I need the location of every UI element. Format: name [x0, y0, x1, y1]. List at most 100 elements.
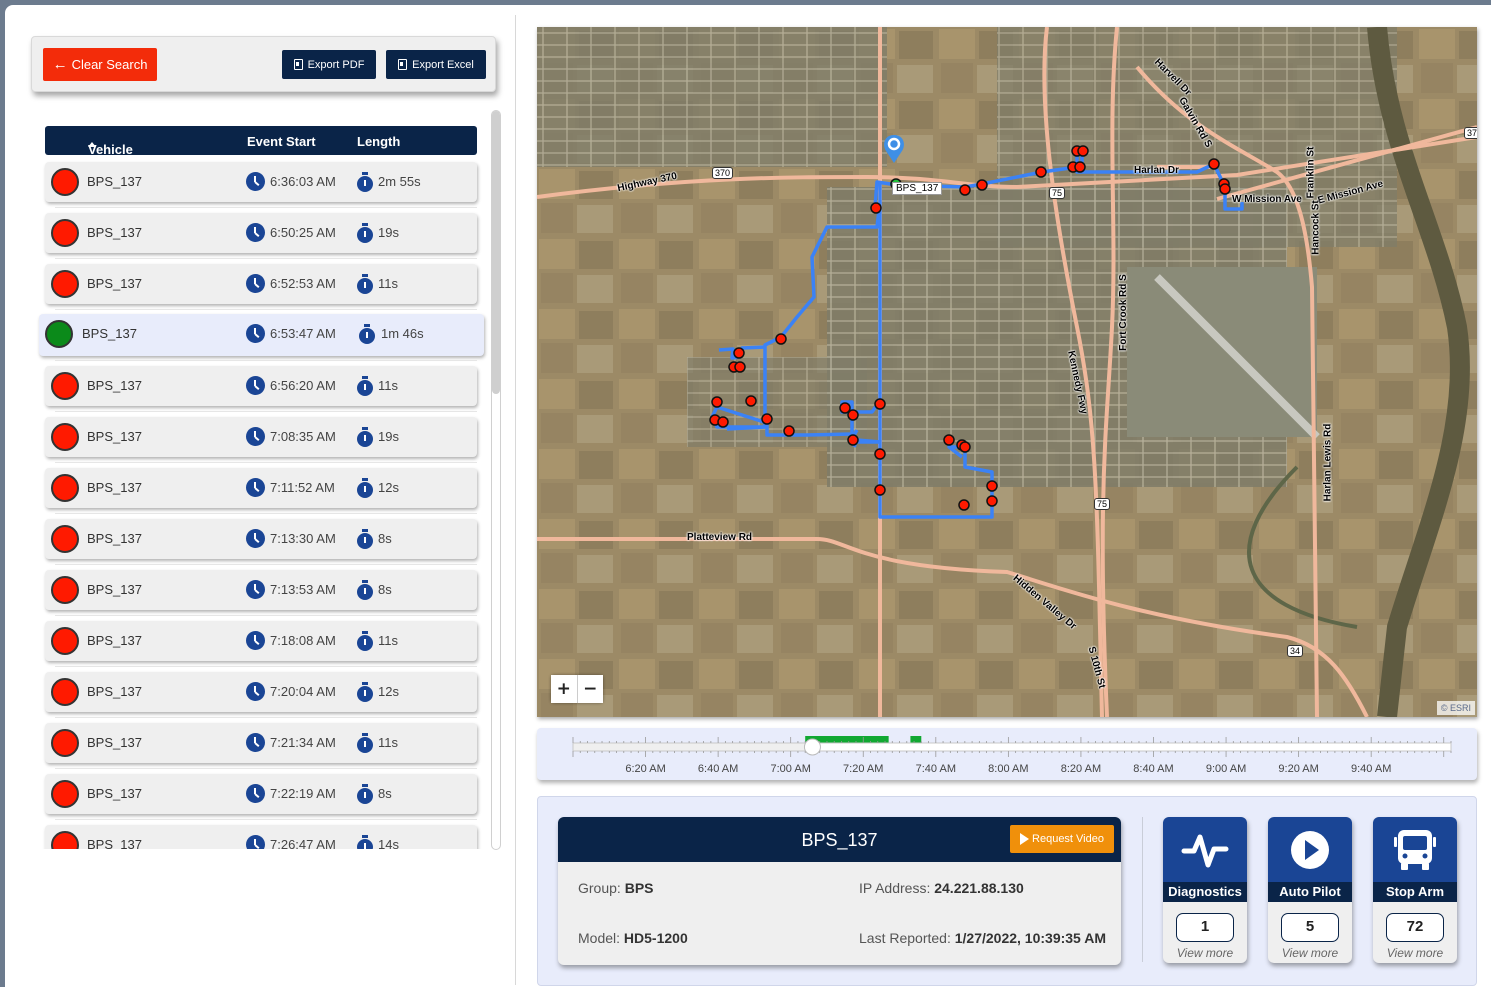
stop-marker[interactable] [870, 202, 882, 214]
stop-marker[interactable] [717, 416, 729, 428]
export-excel-button[interactable]: Export Excel [386, 50, 486, 79]
status-red-icon [51, 423, 79, 451]
event-start-time: 6:52:53 AM [270, 276, 336, 291]
event-row[interactable]: BPS_137 7:18:08 AM 11s [45, 621, 477, 661]
stop-marker[interactable] [874, 398, 886, 410]
stop-marker[interactable] [986, 480, 998, 492]
clock-icon [246, 427, 265, 446]
highway-shield: 75 [1094, 498, 1111, 510]
stop-marker[interactable] [959, 184, 971, 196]
urban-area [537, 27, 887, 167]
event-row[interactable]: BPS_137 7:22:19 AM 8s [45, 774, 477, 814]
column-header-event-start[interactable]: Event Start [247, 134, 316, 149]
stopwatch-icon [357, 784, 373, 804]
map-view[interactable]: BPS_137 Highway 370 Platteview Rd Hidden… [537, 27, 1477, 717]
status-red-icon [51, 525, 79, 553]
status-green-icon [45, 320, 73, 348]
column-header-length[interactable]: Length [357, 134, 400, 149]
event-list-header: Vehicle Event Start Length [45, 126, 477, 157]
event-length: 1m 46s [381, 326, 424, 341]
event-row[interactable]: BPS_137 6:53:47 AM 1m 46s [39, 314, 484, 356]
stop-marker[interactable] [1208, 158, 1220, 170]
event-start-time: 7:18:08 AM [270, 633, 336, 648]
event-start-time: 6:50:25 AM [270, 225, 336, 240]
view-more-link[interactable]: View more [1373, 946, 1457, 960]
event-length: 12s [378, 480, 399, 495]
tile-icon-area [1163, 817, 1247, 882]
view-more-link[interactable]: View more [1163, 946, 1247, 960]
tile-title: Auto Pilot [1268, 882, 1352, 902]
last-reported-label: Last Reported: [859, 930, 951, 946]
stop-marker[interactable] [847, 434, 859, 446]
event-list-scrollbar[interactable] [491, 110, 501, 850]
status-red-icon [51, 729, 79, 757]
event-row[interactable]: BPS_137 6:36:03 AM 2m 55s [45, 162, 477, 202]
export-pdf-button[interactable]: Export PDF [282, 50, 376, 79]
event-start-time: 7:11:52 AM [270, 480, 335, 495]
stop-marker[interactable] [958, 499, 970, 511]
stop-marker[interactable] [874, 484, 886, 496]
stop-marker[interactable] [775, 333, 787, 345]
zoom-out-button[interactable]: − [577, 675, 603, 703]
stop-marker[interactable] [847, 409, 859, 421]
request-video-label: Request Video [1032, 833, 1104, 845]
stopwatch-icon [357, 733, 373, 753]
scrollbar-thumb[interactable] [492, 111, 500, 394]
status-red-icon [51, 168, 79, 196]
stopwatch-icon [357, 682, 373, 702]
status-red-icon [51, 474, 79, 502]
stop-marker[interactable] [986, 495, 998, 507]
timeline-time-label: 7:40 AM [915, 763, 956, 775]
event-row[interactable]: BPS_137 6:56:20 AM 11s [45, 366, 477, 406]
row-separator [55, 462, 477, 463]
map-canvas[interactable] [537, 27, 1477, 717]
auto-pilot-count: 5 [1281, 913, 1339, 942]
event-row[interactable]: BPS_137 7:13:53 AM 8s [45, 570, 477, 610]
stop-marker[interactable] [761, 413, 773, 425]
event-row[interactable]: BPS_137 6:52:53 AM 11s [45, 264, 477, 304]
stop-marker[interactable] [943, 434, 955, 446]
event-row[interactable]: BPS_137 7:08:35 AM 19s [45, 417, 477, 457]
event-row[interactable]: BPS_137 7:20:04 AM 12s [45, 672, 477, 712]
sort-ascending-icon [88, 142, 96, 147]
auto-pilot-tile[interactable]: Auto Pilot 5 View more [1268, 817, 1352, 963]
event-row[interactable]: BPS_137 7:26:47 AM 14s [45, 825, 477, 849]
stop-marker[interactable] [1074, 161, 1086, 173]
stop-marker[interactable] [783, 425, 795, 437]
timeline-handle[interactable] [803, 738, 821, 756]
stop-marker[interactable] [1077, 145, 1089, 157]
stopwatch-icon [357, 172, 373, 192]
stop-marker[interactable] [959, 441, 971, 453]
timeline-slider[interactable]: 6:20 AM 6:40 AM 7:00 AM 7:20 AM 7:40 AM 8:00 … [537, 728, 1477, 780]
group-label: Group: [578, 880, 621, 896]
request-video-button[interactable]: Request Video [1010, 825, 1114, 853]
timeline-time-label: 7:00 AM [770, 763, 811, 775]
stop-arm-count: 72 [1386, 913, 1444, 942]
stop-marker[interactable] [1219, 183, 1231, 195]
vehicle-name: BPS_137 [87, 786, 142, 801]
play-circle-icon [1291, 831, 1329, 869]
row-separator [55, 411, 477, 412]
clear-search-label: Clear Search [71, 57, 148, 72]
event-row[interactable]: BPS_137 7:21:34 AM 11s [45, 723, 477, 763]
stop-marker[interactable] [976, 179, 988, 191]
view-more-link[interactable]: View more [1268, 946, 1352, 960]
stop-marker[interactable] [711, 396, 723, 408]
road-label: Harlan Lewis Rd [1322, 423, 1334, 502]
diagnostics-tile[interactable]: Diagnostics 1 View more [1163, 817, 1247, 963]
zoom-in-button[interactable]: + [551, 675, 578, 703]
event-row[interactable]: BPS_137 6:50:25 AM 19s [45, 213, 477, 253]
stop-arm-tile[interactable]: Stop Arm 72 View more [1373, 817, 1457, 963]
timeline-active-range [910, 736, 922, 743]
row-separator [55, 819, 477, 820]
event-row[interactable]: BPS_137 7:11:52 AM 12s [45, 468, 477, 508]
stop-marker[interactable] [734, 361, 746, 373]
bus-icon [1394, 830, 1436, 870]
event-row[interactable]: BPS_137 7:13:30 AM 8s [45, 519, 477, 559]
stop-marker[interactable] [874, 448, 886, 460]
stop-marker[interactable] [1035, 166, 1047, 178]
event-start-time: 6:56:20 AM [270, 378, 336, 393]
stop-marker[interactable] [733, 347, 745, 359]
stop-marker[interactable] [745, 395, 757, 407]
clear-search-button[interactable]: ← Clear Search [43, 48, 157, 81]
